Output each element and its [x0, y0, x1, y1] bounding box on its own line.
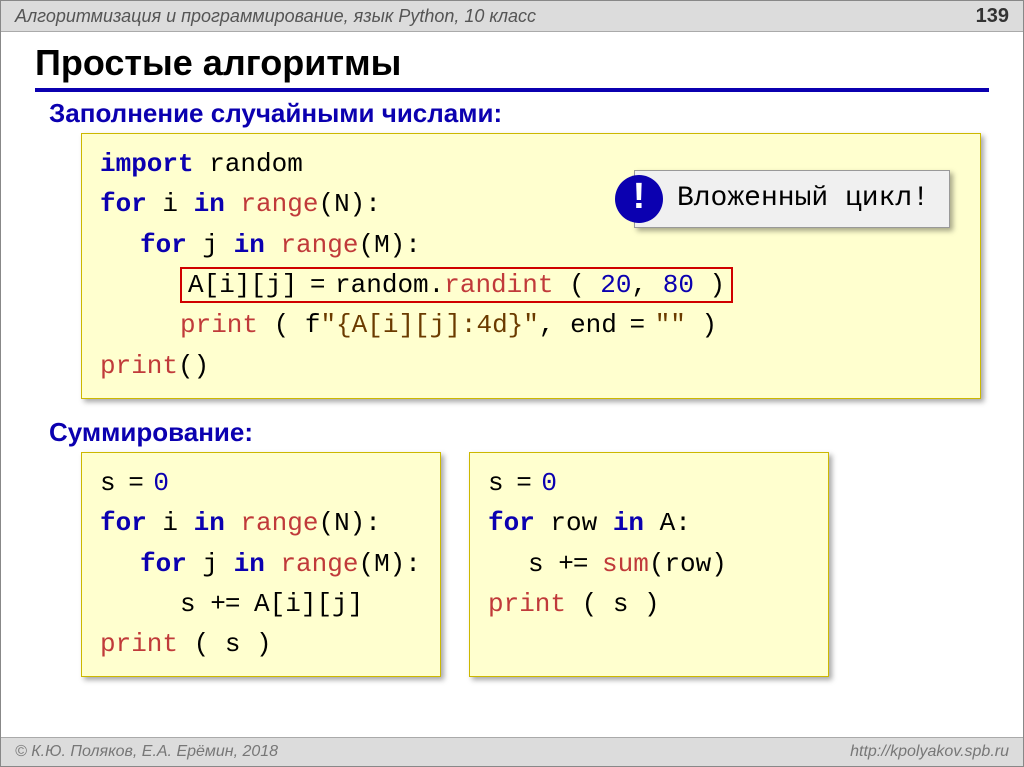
code-line: s += A[i][j] — [100, 584, 422, 624]
code-line: for i in range(N): — [100, 508, 381, 538]
slide-header: Алгоритмизация и программирование, язык … — [1, 1, 1023, 32]
code-line: for row in A: — [488, 508, 691, 538]
exclamation-icon: ! — [615, 175, 663, 223]
slide-footer: © К.Ю. Поляков, Е.А. Ерёмин, 2018 http:/… — [1, 737, 1023, 766]
section-fill-random: Заполнение случайными числами: — [49, 98, 1023, 129]
code-line: s = 0 — [100, 468, 169, 498]
copyright: © К.Ю. Поляков, Е.А. Ерёмин, 2018 — [15, 743, 278, 761]
code-block-sum-rows: s = 0 for row in A: s += sum(row) print … — [469, 452, 829, 677]
code-line: for i in range(N): — [100, 189, 381, 219]
code-line: for j in range(M): — [100, 544, 422, 584]
code-line: s = 0 — [488, 468, 557, 498]
code-line: print ( s ) — [100, 629, 272, 659]
course-title: Алгоритмизация и программирование, язык … — [15, 6, 536, 27]
code-block-random-fill: ! Вложенный цикл! import random for i in… — [81, 133, 981, 399]
code-line: print ( f"{A[i][j]:4d}", end = "" ) — [100, 305, 962, 345]
callout-nested-loop: ! Вложенный цикл! — [634, 170, 950, 228]
code-line: import random — [100, 149, 303, 179]
section-summation: Суммирование: — [49, 417, 1023, 448]
code-line: A[i][j] = random.randint ( 20, 80 ) — [100, 265, 962, 306]
code-row: s = 0 for i in range(N): for j in range(… — [81, 452, 1023, 677]
code-block-sum-indexed: s = 0 for i in range(N): for j in range(… — [81, 452, 441, 677]
page-number: 139 — [976, 5, 1009, 28]
highlighted-assignment: A[i][j] = random.randint ( 20, 80 ) — [180, 267, 733, 304]
slide: Алгоритмизация и программирование, язык … — [0, 0, 1024, 767]
code-line: print ( s ) — [488, 589, 660, 619]
page-title: Простые алгоритмы — [35, 42, 989, 92]
code-line: for j in range(M): — [100, 225, 962, 265]
footer-url: http://kpolyakov.spb.ru — [850, 743, 1009, 761]
code-line: s += sum(row) — [488, 544, 810, 584]
code-line: print() — [100, 351, 209, 381]
callout-text: Вложенный цикл! — [677, 177, 929, 220]
